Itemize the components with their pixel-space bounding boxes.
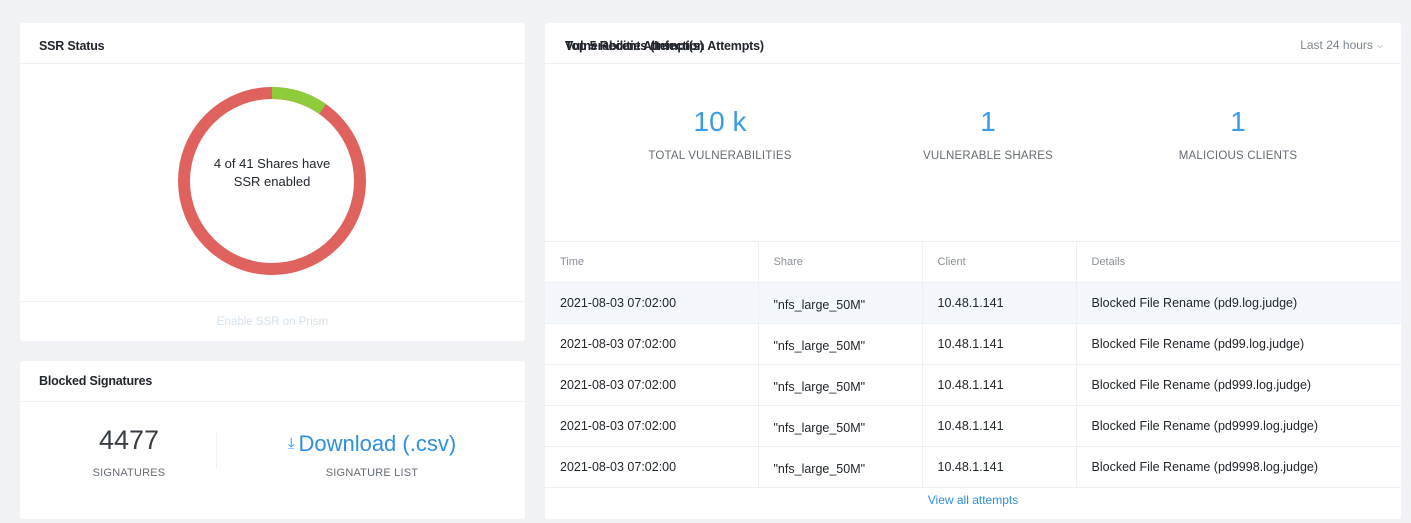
table-row[interactable]: 2021-08-03 07:02:00 "nfs_large_50M" 10.4…: [545, 405, 1401, 447]
stat-label: VULNERABLE SHARES: [923, 150, 1053, 162]
stat-value: 1: [1230, 106, 1246, 137]
cell-time: 2021-08-03 07:02:00: [545, 323, 758, 365]
cell-client: 10.48.1.141: [921, 323, 1076, 365]
cell-client: 10.48.1.141: [921, 405, 1076, 447]
download-icon: ⤓: [287, 435, 295, 452]
cell-client: 10.48.1.141: [921, 282, 1076, 324]
divider: [20, 301, 525, 302]
cell-time: 2021-08-03 07:02:00: [545, 364, 758, 406]
column-header-share[interactable]: Share: [757, 241, 922, 283]
table-row[interactable]: 2021-08-03 07:02:00 "nfs_large_50M" 10.4…: [545, 323, 1401, 365]
cell-details: Blocked File Rename (pd99.log.judge): [1075, 323, 1401, 365]
blocked-signatures-title: Blocked Signatures: [39, 374, 153, 388]
divider: [20, 401, 525, 402]
view-all-attempts-link[interactable]: View all attempts: [545, 493, 1401, 507]
chevron-down-icon: ⌵: [1376, 41, 1383, 50]
cell-time: 2021-08-03 07:02:00: [545, 282, 758, 324]
column-header-client[interactable]: Client: [921, 241, 1076, 283]
stat-total-vulnerabilities[interactable]: 10 k TOTAL VULNERABILITIES: [635, 105, 805, 162]
blocked-signatures-card: Blocked Signatures 4477 SIGNATURES ⤓ Down…: [20, 361, 525, 519]
recent-attempts-title: Top 5 Recent Attempt(s): [565, 39, 704, 53]
table-row[interactable]: 2021-08-03 07:02:00 "nfs_large_50M" 10.4…: [545, 446, 1401, 488]
cell-share: "nfs_large_50M": [757, 364, 922, 406]
stat-label: MALICIOUS CLIENTS: [1178, 150, 1298, 162]
ssr-status-card: SSR Status 4 of 41 Shares have SSR enabl…: [20, 23, 525, 341]
stat-label: TOTAL VULNERABILITIES: [648, 150, 792, 162]
stat-value: 10 k: [693, 106, 747, 137]
divider: [20, 63, 525, 64]
download-csv-label: Download (.csv): [298, 431, 457, 456]
time-range-value: Last 24 hours: [1300, 38, 1373, 52]
cell-details: Blocked File Rename (pd9.log.judge): [1075, 282, 1401, 324]
signature-count: 4477: [98, 425, 160, 455]
ssr-status-title: SSR Status: [39, 39, 105, 53]
cell-time: 2021-08-03 07:02:00: [545, 405, 758, 447]
cell-details: Blocked File Rename (pd9998.log.judge): [1075, 446, 1401, 488]
cell-share: "nfs_large_50M": [757, 282, 922, 324]
column-header-details[interactable]: Details: [1075, 241, 1401, 283]
recent-attempts-table: Time Share Client Details 2021-08-03 07:…: [545, 241, 1401, 488]
cell-client: 10.48.1.141: [921, 364, 1076, 406]
ssr-donut-center-label: 4 of 41 Shares have SSR enabled: [213, 156, 331, 189]
stat-malicious-clients[interactable]: 1 MALICIOUS CLIENTS: [1153, 105, 1323, 162]
stat-value: 1: [980, 106, 996, 137]
cell-client: 10.48.1.141: [921, 446, 1076, 488]
time-range-dropdown[interactable]: Last 24 hours ⌵: [1300, 38, 1383, 52]
cell-details: Blocked File Rename (pd999.log.judge): [1075, 364, 1401, 406]
divider: [216, 433, 217, 469]
enable-ssr-link[interactable]: Enable SSR on Prism: [20, 316, 525, 328]
table-header-row: Time Share Client Details: [545, 241, 1401, 283]
cell-share: "nfs_large_50M": [757, 446, 922, 488]
signature-list-caption: SIGNATURE LIST: [325, 467, 419, 479]
table-row[interactable]: 2021-08-03 07:02:00 "nfs_large_50M" 10.4…: [545, 282, 1401, 324]
vulnerabilities-card: Vulnerabilities (Infection Attempts) Las…: [545, 23, 1401, 519]
cell-details: Blocked File Rename (pd9999.log.judge): [1075, 405, 1401, 447]
table-row[interactable]: 2021-08-03 07:02:00 "nfs_large_50M" 10.4…: [545, 364, 1401, 406]
cell-share: "nfs_large_50M": [757, 405, 922, 447]
cell-time: 2021-08-03 07:02:00: [545, 446, 758, 488]
cell-share: "nfs_large_50M": [757, 323, 922, 365]
stat-vulnerable-shares[interactable]: 1 VULNERABLE SHARES: [903, 105, 1073, 162]
signature-count-caption: SIGNATURES: [92, 467, 166, 479]
column-header-time[interactable]: Time: [545, 241, 758, 283]
divider: [545, 63, 1401, 64]
download-csv-link[interactable]: ⤓ Download (.csv): [252, 431, 492, 457]
